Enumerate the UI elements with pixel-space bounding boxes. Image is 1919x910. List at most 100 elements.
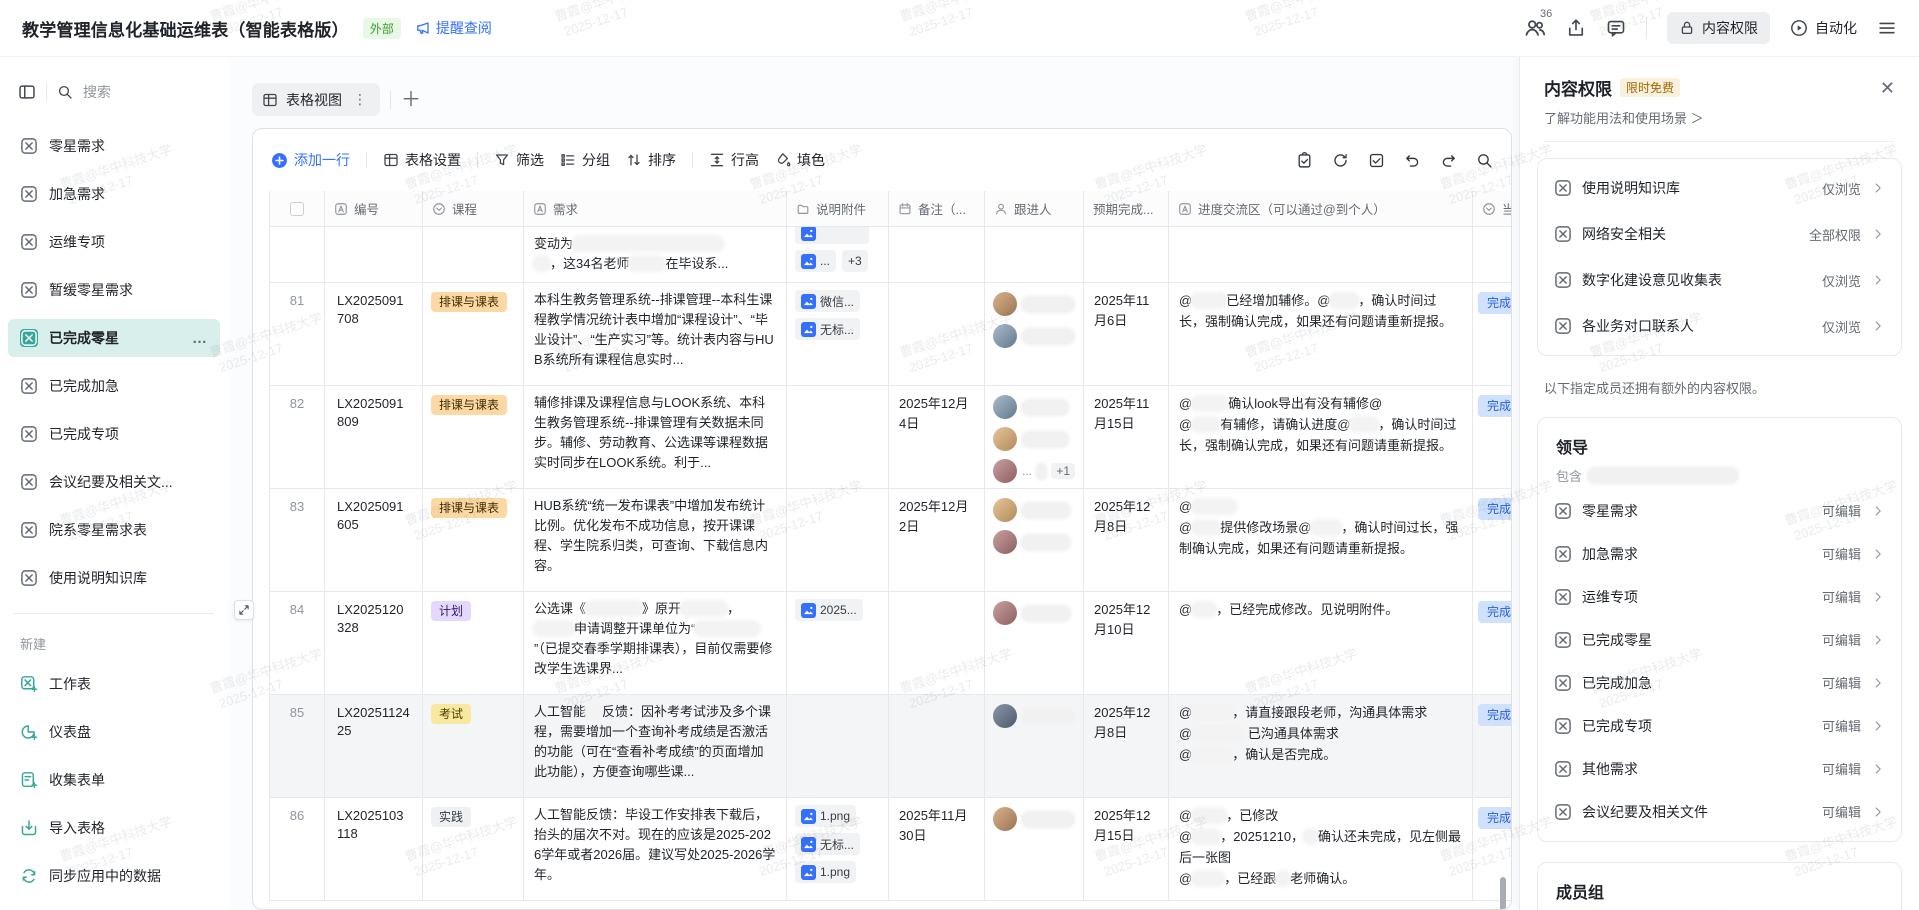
close-panel-button[interactable]: ✕ (1880, 79, 1895, 97)
toolbar-fill-button[interactable]: 填色 (775, 150, 825, 170)
search-icon[interactable] (57, 84, 73, 100)
permission-item[interactable]: 各业务对口联系人仅浏览 (1538, 303, 1901, 349)
cell-course[interactable]: 排课与课表 (423, 386, 524, 488)
sidebar-table-item[interactable]: 会议纪要及相关文... (8, 463, 220, 501)
attachment-chip[interactable]: +3 (842, 250, 868, 272)
search-icon[interactable] (1476, 152, 1493, 169)
toolbar-filter-button[interactable]: 筛选 (494, 150, 544, 170)
cell-note[interactable]: 2025年12月2日 (889, 489, 985, 591)
cell-course[interactable] (423, 227, 524, 282)
column-header[interactable] (269, 191, 325, 226)
permission-item[interactable]: 使用说明知识库仅浏览 (1538, 165, 1901, 211)
cell-note[interactable]: 2025年12月4日 (889, 386, 985, 488)
cell-status[interactable]: 完成 (1473, 283, 1512, 385)
sidebar-table-item[interactable]: 院系零星需求表 (8, 511, 220, 549)
attachment-chip[interactable]: 2025... (795, 599, 863, 621)
cell-status[interactable]: 完成 (1473, 489, 1512, 591)
column-header[interactable]: 编号 (325, 191, 423, 226)
attachment-chip[interactable]: 微信... (795, 290, 860, 312)
toolbar-group-button[interactable]: 分组 (560, 150, 610, 170)
cell-code[interactable] (325, 227, 423, 282)
more-icon[interactable]: … (192, 330, 208, 347)
cell-attachments[interactable]: 微信...无标... (787, 283, 889, 385)
expand-record-button[interactable] (234, 600, 254, 620)
table-row[interactable]: 81LX2025091708排课与课表本科生教务管理系统--排课管理--本科生课… (269, 283, 1512, 386)
table-row[interactable]: 85LX2025112425考试人工智能反馈：因补考考试涉及多个课程，需要增加一… (269, 695, 1512, 798)
collapse-sidebar-icon[interactable] (18, 83, 36, 101)
collaborators-icon[interactable]: 36 (1524, 17, 1546, 39)
table-row[interactable]: 82LX2025091809排课与课表辅修排课及课程信息与LOOK系统、本科生教… (269, 386, 1512, 489)
cell-attachments[interactable]: 2025... (787, 592, 889, 694)
attachment-chip[interactable]: 无标... (795, 833, 860, 855)
cell-status[interactable] (1473, 227, 1512, 282)
cell-code[interactable]: LX2025112425 (325, 695, 423, 797)
sidebar-table-item[interactable]: 使用说明知识库 (8, 559, 220, 597)
permission-item[interactable]: 加急需求可编辑 (1538, 532, 1901, 575)
sidebar-new-item[interactable]: 导入表格 (8, 809, 220, 847)
sidebar-table-item[interactable]: 零星需求 (8, 127, 220, 165)
attachment-chip[interactable] (795, 227, 869, 244)
permission-item[interactable]: 零星需求可编辑 (1538, 489, 1901, 532)
toolbar-table-grid-button[interactable]: 表格设置 (383, 150, 461, 170)
undo-icon[interactable] (1404, 152, 1421, 169)
cell-progress-comments[interactable]: @已经增加辅修。@，确认时间过长，强制确认完成，如果还有问题请重新提报。 (1169, 283, 1473, 385)
column-header[interactable]: 当前 (1473, 191, 1512, 226)
content-permission-button[interactable]: 内容权限 (1667, 12, 1770, 44)
comment-icon[interactable] (1606, 18, 1626, 38)
cell-demand[interactable]: 变动为 ，这34名老师在毕设系... (524, 227, 787, 282)
cell-note[interactable] (889, 592, 985, 694)
add-row-button[interactable]: 添加一行 (271, 150, 350, 170)
cell-note[interactable] (889, 283, 985, 385)
cell-attachments[interactable] (787, 386, 889, 488)
remind-review-button[interactable]: 提醒查阅 (415, 18, 492, 38)
cell-followers[interactable] (985, 489, 1084, 591)
cell-demand[interactable]: 人工智能反馈：因补考考试涉及多个课程，需要增加一个查询补考成绩是否激活的功能（可… (524, 695, 787, 797)
sidebar-new-item[interactable]: 收集表单 (8, 761, 220, 799)
permission-item[interactable]: 数字化建设意见收集表仅浏览 (1538, 257, 1901, 303)
cell-note[interactable] (889, 695, 985, 797)
cell-status[interactable]: 完成 (1473, 386, 1512, 488)
cell-course[interactable]: 排课与课表 (423, 283, 524, 385)
cell-status[interactable]: 完成 (1473, 695, 1512, 797)
permission-item[interactable]: 已完成零星可编辑 (1538, 618, 1901, 661)
clipboard-icon[interactable] (1296, 152, 1313, 169)
cell-status[interactable]: 完成 (1473, 798, 1512, 900)
column-header[interactable]: 备注（... (889, 191, 985, 226)
cell-followers[interactable] (985, 798, 1084, 900)
form-check-icon[interactable] (1368, 152, 1385, 169)
table-row[interactable]: 84LX2025120328计划公选课《》原开，申请调整开课单位为“”（已提交春… (269, 592, 1512, 695)
cell-progress-comments[interactable]: @确认look导出有没有辅修@@有辅修，请确认进度@，确认时间过长，强制确认完成… (1169, 386, 1473, 488)
sidebar-table-item[interactable]: 加急需求 (8, 175, 220, 213)
sidebar-table-item[interactable]: 已完成专项 (8, 415, 220, 453)
add-view-button[interactable]: ＋ (401, 90, 421, 110)
cell-demand[interactable]: 本科生教务管理系统--排课管理--本科生课程教学情况统计表中增加“课程设计”、“… (524, 283, 787, 385)
cell-code[interactable]: LX2025091809 (325, 386, 423, 488)
cell-note[interactable]: 2025年11月30日 (889, 798, 985, 900)
cell-progress-comments[interactable]: @，已经完成修改。见说明附件。 (1169, 592, 1473, 694)
cell-due-date[interactable]: 2025年11月6日 (1084, 283, 1169, 385)
permission-item[interactable]: 网络安全相关全部权限 (1538, 211, 1901, 257)
sidebar-new-item[interactable]: 仪表盘 (8, 713, 220, 751)
cell-due-date[interactable]: 2025年12月8日 (1084, 695, 1169, 797)
column-header[interactable]: 说明附件 (787, 191, 889, 226)
attachment-chip[interactable]: ... (795, 250, 836, 272)
cell-demand[interactable]: 辅修排课及课程信息与LOOK系统、本科生教务管理系统--排课管理有关数据未同步。… (524, 386, 787, 488)
column-header[interactable]: 需求 (524, 191, 787, 226)
toolbar-sort-button[interactable]: 排序 (626, 150, 676, 170)
column-header[interactable]: 进度交流区（可以通过@到个人） (1169, 191, 1473, 226)
share-icon[interactable] (1566, 18, 1586, 38)
sidebar-table-item[interactable]: 已完成零星… (8, 319, 220, 357)
sidebar-new-item[interactable]: 工作表 (8, 665, 220, 703)
cell-status[interactable]: 完成 (1473, 592, 1512, 694)
automation-button[interactable]: 自动化 (1790, 18, 1857, 38)
panel-help-link[interactable]: 了解功能用法和使用场景 ＞ (1544, 108, 1895, 127)
tab-more-icon[interactable]: ⋮ (350, 91, 370, 108)
cell-code[interactable]: LX2025091708 (325, 283, 423, 385)
cell-followers[interactable] (985, 227, 1084, 282)
cell-code[interactable]: LX2025091605 (325, 489, 423, 591)
cell-followers[interactable] (985, 695, 1084, 797)
cell-due-date[interactable]: 2025年12月10日 (1084, 592, 1169, 694)
cell-progress-comments[interactable]: @，已修改@，20251210，确认还未完成，见左侧最后一张图@，已经跟老师确认… (1169, 798, 1473, 900)
cell-demand[interactable]: 公选课《》原开，申请调整开课单位为“”（已提交春季学期排课表），目前仅需要修改学… (524, 592, 787, 694)
refresh-icon[interactable] (1332, 152, 1349, 169)
